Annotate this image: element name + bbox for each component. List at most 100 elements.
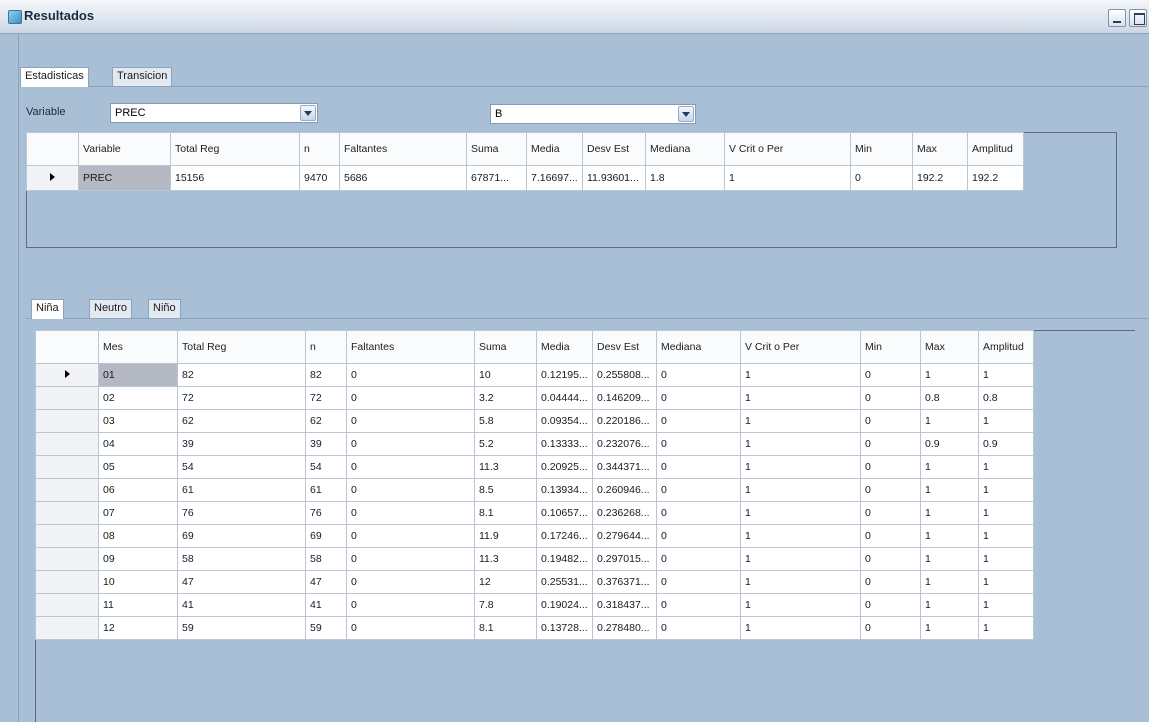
table-cell[interactable]: 0.25531...	[536, 570, 593, 594]
table-row[interactable]: 03 62 62 0 5.8 0.09354... 0.220186... 0 1 0 1 1	[35, 409, 1034, 433]
secondary-select[interactable]: B	[490, 104, 696, 124]
table-cell[interactable]: 0	[346, 593, 475, 617]
table-cell[interactable]: 0.146209...	[592, 386, 657, 410]
table-cell[interactable]: 0	[860, 432, 921, 456]
table-cell[interactable]: 0.10657...	[536, 501, 593, 525]
table-cell[interactable]: 0.9	[978, 432, 1034, 456]
table-row[interactable]: 09 58 58 0 11.3 0.19482... 0.297015... 0 1 0 1 1	[35, 547, 1034, 571]
table-cell[interactable]: 03	[98, 409, 178, 433]
table-cell[interactable]: 0	[346, 363, 475, 387]
table-cell[interactable]: 10	[98, 570, 178, 594]
table-cell[interactable]: 11.9	[474, 524, 537, 548]
table-cell[interactable]: 0	[346, 409, 475, 433]
column-header[interactable]: Suma	[474, 330, 537, 364]
table-cell[interactable]: 1	[978, 409, 1034, 433]
table-cell[interactable]: 0.17246...	[536, 524, 593, 548]
tab-transicion[interactable]: Transicion	[112, 67, 173, 86]
table-cell[interactable]: 0	[860, 524, 921, 548]
table-cell[interactable]: 11.3	[474, 547, 537, 571]
table-cell[interactable]: 5.2	[474, 432, 537, 456]
table-cell[interactable]: 0	[860, 501, 921, 525]
row-header[interactable]	[35, 616, 99, 640]
table-cell[interactable]: 39	[305, 432, 347, 456]
table-cell[interactable]: PREC	[78, 165, 171, 191]
table-row[interactable]: 08 69 69 0 11.9 0.17246... 0.279644... 0 1 0 1 1	[35, 524, 1034, 548]
table-cell[interactable]: 0.19024...	[536, 593, 593, 617]
row-header[interactable]	[35, 593, 99, 617]
row-header[interactable]	[26, 165, 79, 191]
table-cell[interactable]: 0	[860, 455, 921, 479]
table-cell[interactable]: 06	[98, 478, 178, 502]
table-cell[interactable]: 1	[978, 616, 1034, 640]
table-cell[interactable]: 1	[740, 547, 861, 571]
table-cell[interactable]: 0	[346, 386, 475, 410]
table-cell[interactable]: 47	[305, 570, 347, 594]
table-cell[interactable]: 76	[177, 501, 306, 525]
table-cell[interactable]: 0.260946...	[592, 478, 657, 502]
table-cell[interactable]: 39	[177, 432, 306, 456]
row-header[interactable]	[35, 570, 99, 594]
column-header[interactable]: Min	[850, 132, 913, 166]
table-cell[interactable]: 04	[98, 432, 178, 456]
table-cell[interactable]: 0	[346, 455, 475, 479]
table-cell[interactable]: 0	[860, 593, 921, 617]
table-cell[interactable]: 0.8	[978, 386, 1034, 410]
column-header[interactable]: n	[299, 132, 340, 166]
table-cell[interactable]: 0	[860, 547, 921, 571]
column-header[interactable]: V Crit o Per	[724, 132, 851, 166]
table-cell[interactable]: 12	[474, 570, 537, 594]
table-row[interactable]: 10 47 47 0 12 0.25531... 0.376371... 0 1 0 1 1	[35, 570, 1034, 594]
table-cell[interactable]: 12	[98, 616, 178, 640]
table-cell[interactable]: 61	[305, 478, 347, 502]
table-cell[interactable]: 1	[740, 455, 861, 479]
table-cell[interactable]: 1	[920, 501, 979, 525]
table-cell[interactable]: 192.2	[967, 165, 1024, 191]
table-row[interactable]: 12 59 59 0 8.1 0.13728... 0.278480... 0 1 0 1 1	[35, 616, 1034, 640]
table-cell[interactable]: 0.279644...	[592, 524, 657, 548]
table-cell[interactable]: 1	[920, 455, 979, 479]
table-cell[interactable]: 1	[978, 478, 1034, 502]
table-cell[interactable]: 5.8	[474, 409, 537, 433]
row-header[interactable]	[35, 432, 99, 456]
table-cell[interactable]: 0.278480...	[592, 616, 657, 640]
table-cell[interactable]: 0.8	[920, 386, 979, 410]
table-cell[interactable]: 1	[920, 409, 979, 433]
table-cell[interactable]: 1	[740, 593, 861, 617]
table-cell[interactable]: 76	[305, 501, 347, 525]
table-cell[interactable]: 09	[98, 547, 178, 571]
table-cell[interactable]: 82	[305, 363, 347, 387]
table-cell[interactable]: 0.19482...	[536, 547, 593, 571]
table-cell[interactable]: 41	[177, 593, 306, 617]
table-cell[interactable]: 1	[920, 616, 979, 640]
table-cell[interactable]: 5686	[339, 165, 467, 191]
table-cell[interactable]: 1	[740, 478, 861, 502]
table-cell[interactable]: 0	[346, 570, 475, 594]
table-cell[interactable]: 67871...	[466, 165, 527, 191]
variable-select[interactable]: PREC	[110, 103, 318, 123]
table-cell[interactable]: 0.9	[920, 432, 979, 456]
column-header[interactable]: Media	[536, 330, 593, 364]
row-header[interactable]	[35, 455, 99, 479]
table-cell[interactable]: 1	[740, 409, 861, 433]
tab-neutro[interactable]: Neutro	[89, 299, 133, 318]
table-cell[interactable]: 1	[740, 363, 861, 387]
minimize-icon[interactable]	[1108, 9, 1126, 27]
table-cell[interactable]: 0.344371...	[592, 455, 657, 479]
column-header[interactable]: V Crit o Per	[740, 330, 861, 364]
table-row[interactable]: PREC 15156 9470 5686 67871... 7.16697... 11.93…	[26, 165, 1024, 191]
table-cell[interactable]: 0	[850, 165, 913, 191]
table-cell[interactable]: 0	[656, 616, 741, 640]
table-cell[interactable]: 1	[740, 616, 861, 640]
table-cell[interactable]: 59	[305, 616, 347, 640]
table-cell[interactable]: 0.13934...	[536, 478, 593, 502]
table-cell[interactable]: 1	[978, 501, 1034, 525]
table-cell[interactable]: 0	[346, 501, 475, 525]
table-cell[interactable]: 0	[860, 478, 921, 502]
column-header[interactable]: Total Reg	[177, 330, 306, 364]
table-cell[interactable]: 0	[346, 524, 475, 548]
table-cell[interactable]: 1	[978, 593, 1034, 617]
chevron-down-icon[interactable]	[300, 105, 316, 121]
table-cell[interactable]: 0.297015...	[592, 547, 657, 571]
column-header[interactable]: Faltantes	[346, 330, 475, 364]
tab-estadisticas[interactable]: Estadisticas	[20, 67, 89, 87]
